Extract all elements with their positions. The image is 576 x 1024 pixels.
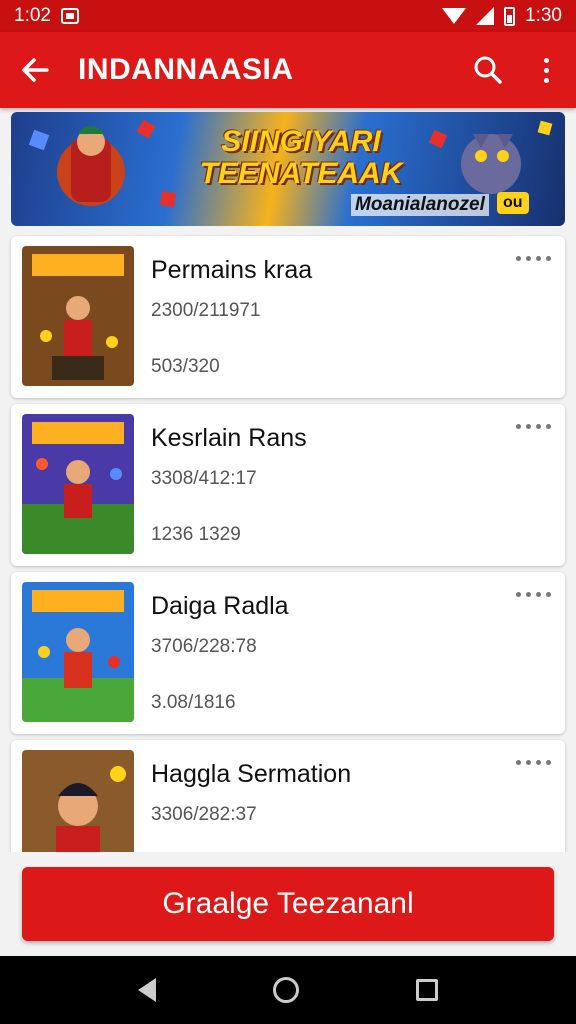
nav-home-icon[interactable] [272, 977, 299, 1003]
item-subtitle: 3308/412:17 [151, 468, 257, 489]
more-horiz-icon [516, 256, 521, 261]
game-thumbnail [22, 582, 134, 722]
arrow-left-icon [22, 58, 49, 82]
app-title: INDANNAASIA [78, 53, 294, 86]
more-horiz-icon [516, 760, 521, 765]
signal-icon [476, 7, 495, 25]
item-subtitle: 3706/228:78 [151, 636, 257, 657]
primary-action-button[interactable]: Graalge Teezananl [22, 867, 554, 941]
item-title: Kesrlain Rans [151, 424, 307, 452]
item-title: Permains kraa [151, 256, 313, 284]
nav-recents-icon[interactable] [415, 979, 438, 1001]
more-horiz-icon [516, 592, 521, 597]
more-vert-icon [543, 57, 549, 63]
banner-badge: ou [497, 192, 529, 214]
item-detail: 503/320 [151, 356, 220, 377]
search-icon [474, 56, 502, 84]
list-item[interactable]: Kesrlain Rans 3308/412:17 1236 1329 [11, 404, 565, 566]
nav-back-icon[interactable] [138, 978, 157, 1002]
item-detail: 1236 1329 [151, 524, 241, 545]
item-more-button[interactable] [516, 256, 551, 261]
status-time-left: 1:02 [14, 5, 51, 26]
wifi-icon [442, 8, 467, 24]
more-options-button[interactable] [516, 32, 576, 108]
game-thumbnail [22, 414, 134, 554]
item-more-button[interactable] [516, 592, 551, 597]
banner-title: SIINGIYARI TEENATEAAK [199, 125, 403, 190]
item-more-button[interactable] [516, 424, 551, 429]
promo-banner[interactable]: SIINGIYARI TEENATEAAK Moanialanozel ou [11, 112, 565, 226]
item-more-button[interactable] [516, 760, 551, 765]
status-time-right: 1:30 [525, 5, 562, 26]
more-horiz-icon [516, 424, 521, 429]
game-list: Permains kraa 2300/211971 503/320 Kesrla… [11, 236, 565, 908]
search-button[interactable] [460, 32, 516, 108]
notification-icon [60, 8, 79, 24]
app-bar: INDANNAASIA [0, 32, 576, 108]
banner-subtitle: Moanialanozel [351, 194, 489, 216]
item-title: Haggla Sermation [151, 760, 352, 788]
item-detail: 3.08/1816 [151, 692, 236, 713]
system-nav-bar [0, 956, 576, 1024]
status-bar: 1:02 1:30 [0, 0, 576, 32]
list-item[interactable]: Permains kraa 2300/211971 503/320 [11, 236, 565, 398]
item-title: Daiga Radla [151, 592, 289, 620]
item-subtitle: 2300/211971 [151, 300, 261, 321]
game-thumbnail [22, 246, 134, 386]
back-button[interactable] [0, 32, 70, 108]
list-item[interactable]: Daiga Radla 3706/228:78 3.08/1816 [11, 572, 565, 734]
item-subtitle: 3306/282:37 [151, 804, 257, 825]
battery-icon [504, 6, 516, 26]
